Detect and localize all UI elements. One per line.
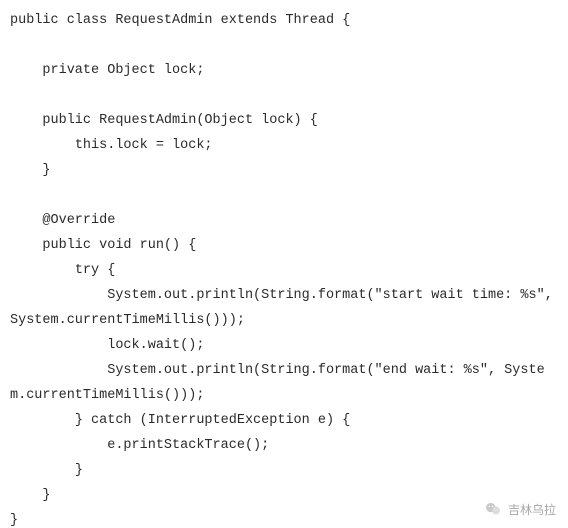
wechat-icon bbox=[484, 500, 502, 518]
watermark: 吉林乌拉 bbox=[484, 500, 556, 518]
watermark-label: 吉林乌拉 bbox=[508, 501, 556, 518]
code-block: public class RequestAdmin extends Thread… bbox=[0, 0, 568, 528]
